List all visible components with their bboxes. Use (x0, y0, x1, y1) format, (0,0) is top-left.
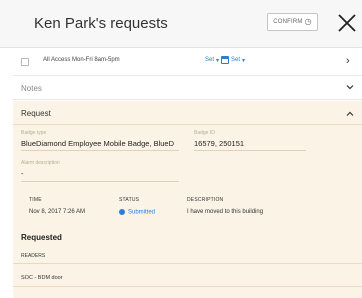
badge-type-value: BlueDiamond Employee Mobile Badge, BlueD (21, 139, 175, 148)
divider (13, 286, 362, 287)
schedule-row[interactable]: All Access Mon-Fri 8am-5pm Set ▾ Set ▾ › (13, 48, 362, 76)
alarm-description-value: - (21, 169, 24, 178)
notes-label: Notes (21, 84, 42, 93)
request-panel: Request Badge type BlueDiamond Employee … (13, 101, 362, 298)
reader-item: SOC - BDM door (21, 275, 63, 281)
notes-section[interactable]: Notes (13, 78, 362, 100)
request-heading: Request (21, 109, 51, 118)
column-header-status: STATUS (119, 197, 140, 203)
clock-icon: ◷ (304, 17, 312, 26)
column-header-time: TIME (29, 197, 42, 203)
status-text: Submitted (128, 209, 156, 216)
badge-type-underline (21, 150, 179, 151)
set-start-link[interactable]: Set (205, 57, 214, 63)
set-end-link[interactable]: Set (231, 57, 240, 63)
request-description: I have moved to this building (187, 209, 264, 215)
request-time: Nov 8, 2017 7:26 AM (29, 209, 86, 215)
confirm-button-label: CONFIRM (273, 19, 303, 25)
readers-column-header: READERS (21, 253, 46, 259)
status-badge: Submitted (119, 209, 155, 216)
schedule-checkbox[interactable] (21, 58, 29, 66)
badge-id-value: 16579, 250151 (194, 139, 245, 148)
divider (13, 263, 362, 264)
close-icon[interactable] (335, 11, 359, 35)
status-dot-icon (119, 209, 125, 215)
schedule-label: All Access Mon-Fri 8am-5pm (43, 57, 120, 63)
column-header-description: DESCRIPTION (187, 197, 224, 203)
badge-id-label: Badge ID (194, 130, 215, 136)
calendar-icon[interactable] (221, 56, 230, 64)
requests-dialog: Ken Park's requests CONFIRM ◷ All Access… (0, 0, 362, 298)
badge-type-label: Badge type (21, 130, 47, 136)
alarm-description-label: Alarm description (21, 160, 60, 166)
alarm-description-underline (21, 181, 179, 182)
chevron-up-icon[interactable] (345, 109, 355, 119)
badge-id-underline (194, 150, 306, 151)
divider (13, 124, 362, 125)
chevron-down-icon[interactable] (345, 82, 355, 92)
schedule-set-range[interactable]: Set ▾ Set ▾ (205, 56, 245, 64)
chevron-right-icon[interactable]: › (346, 55, 350, 67)
dialog-header: Ken Park's requests CONFIRM ◷ (0, 0, 362, 48)
requested-heading: Requested (21, 233, 62, 242)
dialog-title: Ken Park's requests (34, 15, 168, 32)
confirm-button[interactable]: CONFIRM ◷ (267, 13, 318, 31)
